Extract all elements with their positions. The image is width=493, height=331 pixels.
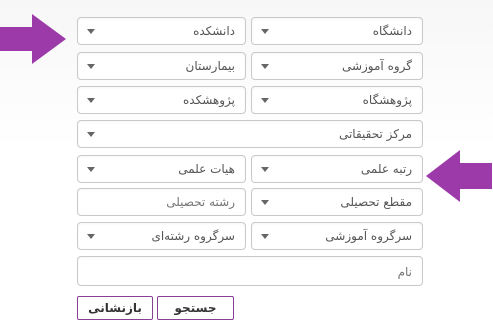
chevron-down-icon bbox=[87, 29, 95, 34]
research-center-label: مرکز تحقیقاتی bbox=[338, 127, 412, 141]
research-college-select[interactable]: پژوهشکده bbox=[77, 86, 246, 114]
field-of-study-input[interactable]: رشته تحصیلی bbox=[77, 188, 246, 216]
faculty-label: دانشکده bbox=[193, 24, 235, 38]
arrow-left-pointer-icon bbox=[426, 150, 492, 202]
field-of-study-placeholder: رشته تحصیلی bbox=[166, 195, 235, 209]
research-center-select[interactable]: مرکز تحقیقاتی bbox=[77, 120, 423, 148]
faculty-board-label: هیات علمی bbox=[178, 162, 235, 176]
chevron-down-icon bbox=[87, 64, 95, 69]
academic-rank-label: رتبه علمی bbox=[360, 162, 412, 176]
education-head-group-label: سرگروه آموزشی bbox=[325, 229, 412, 243]
chevron-down-icon bbox=[87, 98, 95, 103]
chevron-down-icon bbox=[87, 132, 95, 137]
chevron-down-icon bbox=[261, 167, 269, 172]
faculty-select[interactable]: دانشکده bbox=[77, 17, 246, 45]
chevron-down-icon bbox=[261, 200, 269, 205]
university-label: دانشگاه bbox=[372, 24, 412, 38]
search-button[interactable]: جستجو bbox=[157, 296, 234, 320]
arrow-right-pointer-icon bbox=[0, 14, 66, 64]
degree-level-label: مقطع تحصیلی bbox=[340, 195, 412, 209]
chevron-down-icon bbox=[261, 64, 269, 69]
chevron-down-icon bbox=[87, 167, 95, 172]
research-institute-select[interactable]: پژوهشگاه bbox=[251, 86, 423, 114]
hospital-select[interactable]: بیمارستان bbox=[77, 52, 246, 80]
education-group-label: گروه آموزشی bbox=[341, 59, 412, 73]
education-group-select[interactable]: گروه آموزشی bbox=[251, 52, 423, 80]
field-head-group-select[interactable]: سرگروه رشته‌ای bbox=[77, 222, 246, 250]
academic-rank-select[interactable]: رتبه علمی bbox=[251, 155, 423, 183]
education-head-group-select[interactable]: سرگروه آموزشی bbox=[251, 222, 423, 250]
chevron-down-icon bbox=[87, 234, 95, 239]
degree-level-select[interactable]: مقطع تحصیلی bbox=[251, 188, 423, 216]
research-college-label: پژوهشکده bbox=[182, 93, 235, 107]
research-institute-label: پژوهشگاه bbox=[362, 93, 412, 107]
faculty-board-select[interactable]: هیات علمی bbox=[77, 155, 246, 183]
hospital-label: بیمارستان bbox=[185, 59, 236, 73]
university-select[interactable]: دانشگاه bbox=[251, 17, 423, 45]
chevron-down-icon bbox=[261, 234, 269, 239]
name-placeholder: نام bbox=[397, 265, 412, 279]
reset-button[interactable]: بازنشانی bbox=[77, 296, 153, 320]
field-head-group-label: سرگروه رشته‌ای bbox=[151, 229, 235, 243]
chevron-down-icon bbox=[261, 98, 269, 103]
chevron-down-icon bbox=[261, 29, 269, 34]
name-input[interactable]: نام bbox=[77, 256, 423, 286]
